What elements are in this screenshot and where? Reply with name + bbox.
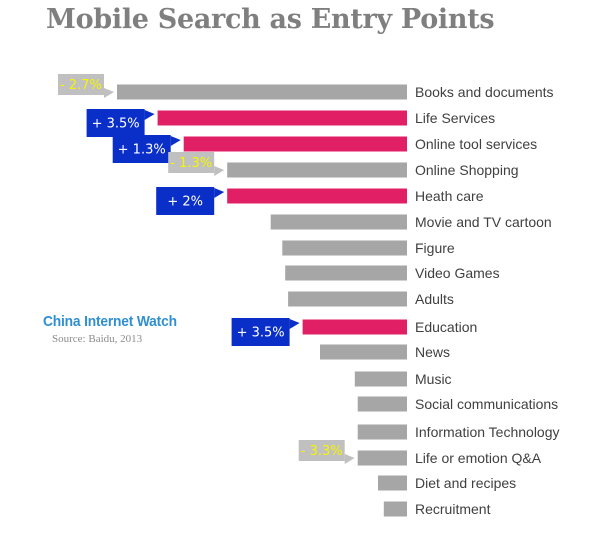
- category-label-life-or-emotion-q-a: Life or emotion Q&A: [415, 450, 542, 466]
- category-label-online-shopping: Online Shopping: [415, 162, 519, 178]
- bar-adults: [288, 291, 407, 307]
- category-label-video-games: Video Games: [415, 265, 500, 281]
- change-label: + 2%: [167, 195, 203, 210]
- category-label-recruitment: Recruitment: [415, 501, 491, 517]
- category-label-online-tool-services: Online tool services: [415, 136, 537, 152]
- bar-books-and-documents: [117, 84, 407, 100]
- category-label-news: News: [415, 344, 450, 360]
- bar-heath-care: [227, 188, 407, 204]
- category-label-adults: Adults: [415, 291, 454, 307]
- change-callout-life-or-emotion-q-a: - 3.3%: [298, 440, 355, 464]
- bar-news: [320, 344, 407, 360]
- change-label: - 1.3%: [170, 156, 212, 171]
- change-callout-heath-care: + 2%: [156, 187, 225, 215]
- source-note: Source: Baidu, 2013: [52, 333, 143, 345]
- bar-information-technology: [357, 424, 407, 440]
- bar-online-tool-services: [183, 136, 407, 152]
- bar-education: [302, 319, 407, 335]
- category-label-life-services: Life Services: [415, 110, 495, 126]
- bar-online-shopping: [227, 162, 407, 178]
- category-label-music: Music: [415, 371, 452, 387]
- change-callout-education: + 3.5%: [231, 318, 300, 346]
- category-label-diet-and-recipes: Diet and recipes: [415, 475, 516, 491]
- bar-music: [354, 371, 407, 387]
- brand-watermark: China Internet Watch: [43, 313, 177, 330]
- change-callout-books-and-documents: - 2.7%: [58, 74, 114, 98]
- change-label: + 3.5%: [237, 326, 285, 341]
- category-label-information-technology: Information Technology: [415, 424, 560, 440]
- change-label: + 3.5%: [92, 117, 140, 132]
- change-callout-life-services: + 3.5%: [86, 109, 155, 137]
- bar-life-services: [157, 110, 407, 126]
- category-label-heath-care: Heath care: [415, 188, 484, 204]
- change-label: - 3.3%: [301, 444, 343, 459]
- category-label-education: Education: [415, 319, 477, 335]
- change-label: - 2.7%: [60, 78, 102, 93]
- bar-video-games: [285, 265, 407, 281]
- bar-figure: [282, 240, 407, 256]
- category-label-movie-and-tv-cartoon: Movie and TV cartoon: [415, 214, 552, 230]
- bar-diet-and-recipes: [378, 475, 407, 491]
- change-callout-online-shopping: - 1.3%: [168, 152, 225, 176]
- bar-life-or-emotion-q-a: [357, 450, 407, 466]
- category-label-books-and-documents: Books and documents: [415, 84, 554, 100]
- bar-social-communications: [357, 396, 407, 412]
- bar-movie-and-tv-cartoon: [270, 214, 407, 230]
- category-label-figure: Figure: [415, 240, 455, 256]
- bar-chart: Books and documents Life Services Online t…: [58, 74, 560, 517]
- category-label-social-communications: Social communications: [415, 396, 558, 412]
- change-label: + 1.3%: [118, 143, 166, 158]
- bar-recruitment: [383, 501, 407, 517]
